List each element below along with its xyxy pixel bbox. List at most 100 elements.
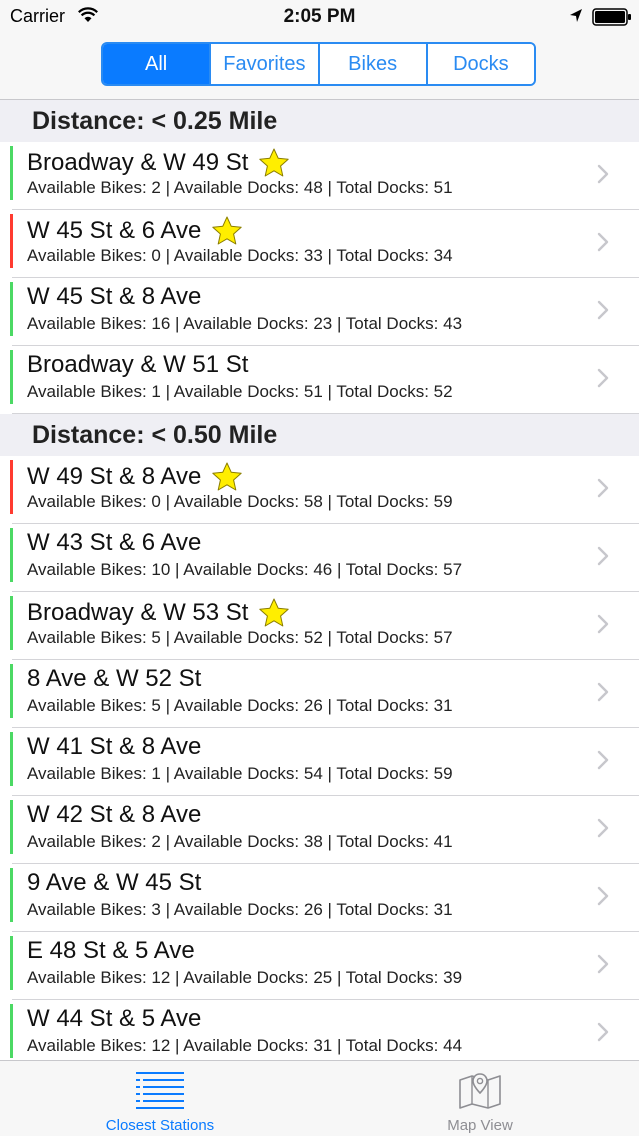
segment-docks[interactable]: Docks [425,44,534,84]
favorite-star-icon [259,598,290,627]
favorite-star-icon [212,462,243,491]
station-availability: Available Bikes: 12 | Available Docks: 3… [27,1036,463,1055]
tab-closest-stations[interactable]: Closest Stations [0,1061,320,1137]
chevron-right-icon [597,478,609,498]
station-name: 8 Ave & W 52 St [27,665,202,692]
filter-bar: All Favorites Bikes Docks [0,34,639,100]
station-row[interactable]: W 43 St & 6 Ave Available Bikes: 10 | Ava… [0,524,639,592]
station-row[interactable]: W 44 St & 5 Ave Available Bikes: 12 | Ava… [0,1000,639,1060]
station-row[interactable]: 9 Ave & W 45 St Available Bikes: 3 | Avai… [0,864,639,932]
chevron-right-icon [597,368,609,388]
segment-all[interactable]: All [103,44,210,84]
status-time: 2:05 PM [283,6,356,27]
station-availability: Available Bikes: 2 | Available Docks: 48… [27,178,453,197]
station-row[interactable]: W 41 St & 8 Ave Available Bikes: 1 | Avai… [0,728,639,796]
chevron-right-icon [597,614,609,634]
availability-indicator [10,664,13,718]
station-name: Broadway & W 51 St [27,351,249,378]
station-title: W 44 St & 5 Ave [27,1005,201,1033]
station-title: E 48 St & 5 Ave [27,937,195,965]
location-arrow-icon [570,9,582,22]
station-row[interactable]: W 45 St & 6 Ave Available Bikes: 0 | Avai… [0,210,639,278]
battery-icon [592,8,631,26]
filter-segmented-control: All Favorites Bikes Docks [101,42,536,86]
station-name: W 41 St & 8 Ave [27,733,202,760]
availability-indicator [10,350,13,404]
availability-indicator [10,936,13,990]
station-name: E 48 St & 5 Ave [27,937,195,964]
station-row[interactable]: Broadway & W 51 St Available Bikes: 1 | A… [0,346,639,414]
tab-label-closest-stations: Closest Stations [105,1117,215,1134]
availability-indicator [10,146,13,200]
station-list[interactable]: Distance: < 0.25 Mile Broadway & W 49 St A… [0,100,639,1060]
availability-indicator [10,460,13,514]
station-name: W 43 St & 6 Ave [27,529,202,556]
chevron-right-icon [597,232,609,252]
station-title: 9 Ave & W 45 St [27,869,201,897]
availability-indicator [10,1004,13,1058]
chevron-right-icon [597,954,609,974]
tab-bar: Closest Stations Map View [0,1060,639,1136]
station-title: Broadway & W 49 St [27,147,290,179]
tab-map-view[interactable]: Map View [320,1061,639,1137]
station-availability: Available Bikes: 3 | Available Docks: 26… [27,900,453,919]
station-availability: Available Bikes: 16 | Available Docks: 2… [27,314,463,333]
station-title: W 45 St & 6 Ave [27,215,243,247]
segment-favorites[interactable]: Favorites [209,44,318,84]
station-name: W 45 St & 6 Ave [27,217,202,244]
availability-indicator [10,528,13,582]
favorite-star-icon [259,148,290,177]
availability-indicator [10,732,13,786]
station-availability: Available Bikes: 2 | Available Docks: 38… [27,832,453,851]
station-availability: Available Bikes: 5 | Available Docks: 26… [27,696,453,715]
station-row[interactable]: Broadway & W 53 St Available Bikes: 5 | A… [0,592,639,660]
station-title: Broadway & W 53 St [27,597,290,629]
station-row[interactable]: E 48 St & 5 Ave Available Bikes: 12 | Ava… [0,932,639,1000]
chevron-right-icon [597,750,609,770]
map-icon [459,1073,501,1109]
station-name: W 44 St & 5 Ave [27,1005,202,1032]
chevron-right-icon [597,682,609,702]
station-title: 8 Ave & W 52 St [27,665,201,693]
station-availability: Available Bikes: 1 | Available Docks: 54… [27,764,453,783]
station-availability: Available Bikes: 0 | Available Docks: 33… [27,246,453,265]
favorite-star-icon [212,216,243,245]
station-name: W 49 St & 8 Ave [27,463,202,490]
station-row[interactable]: W 45 St & 8 Ave Available Bikes: 16 | Ava… [0,278,639,346]
station-name: W 42 St & 8 Ave [27,801,202,828]
station-name: Broadway & W 53 St [27,599,249,626]
chevron-right-icon [597,300,609,320]
availability-indicator [10,214,13,268]
chevron-right-icon [597,886,609,906]
availability-indicator [10,868,13,922]
station-title: Broadway & W 51 St [27,351,248,379]
station-row[interactable]: 8 Ave & W 52 St Available Bikes: 5 | Avai… [0,660,639,728]
chevron-right-icon [597,164,609,184]
list-icon [136,1072,184,1109]
availability-indicator [10,800,13,854]
station-name: Broadway & W 49 St [27,149,249,176]
tab-label-map-view: Map View [447,1117,513,1134]
station-availability: Available Bikes: 0 | Available Docks: 58… [27,492,453,511]
station-row[interactable]: Broadway & W 49 St Available Bikes: 2 | A… [0,142,639,210]
segment-bikes[interactable]: Bikes [317,44,426,84]
station-name: 9 Ave & W 45 St [27,869,202,896]
station-availability: Available Bikes: 1 | Available Docks: 51… [27,382,453,401]
chevron-right-icon [597,818,609,838]
station-title: W 45 St & 8 Ave [27,283,201,311]
station-title: W 42 St & 8 Ave [27,801,201,829]
station-row[interactable]: W 49 St & 8 Ave Available Bikes: 0 | Avai… [0,456,639,524]
station-row[interactable]: W 42 St & 8 Ave Available Bikes: 2 | Avai… [0,796,639,864]
station-title: W 41 St & 8 Ave [27,733,201,761]
chevron-right-icon [597,546,609,566]
station-title: W 43 St & 6 Ave [27,529,201,557]
station-name: W 45 St & 8 Ave [27,283,202,310]
station-title: W 49 St & 8 Ave [27,461,243,493]
section-header: Distance: < 0.50 Mile [0,414,639,456]
availability-indicator [10,282,13,336]
availability-indicator [10,596,13,650]
station-availability: Available Bikes: 12 | Available Docks: 2… [27,968,463,987]
status-bar: Carrier 2:05 PM [0,0,639,34]
section-header: Distance: < 0.25 Mile [0,100,639,142]
station-availability: Available Bikes: 10 | Available Docks: 4… [27,560,463,579]
